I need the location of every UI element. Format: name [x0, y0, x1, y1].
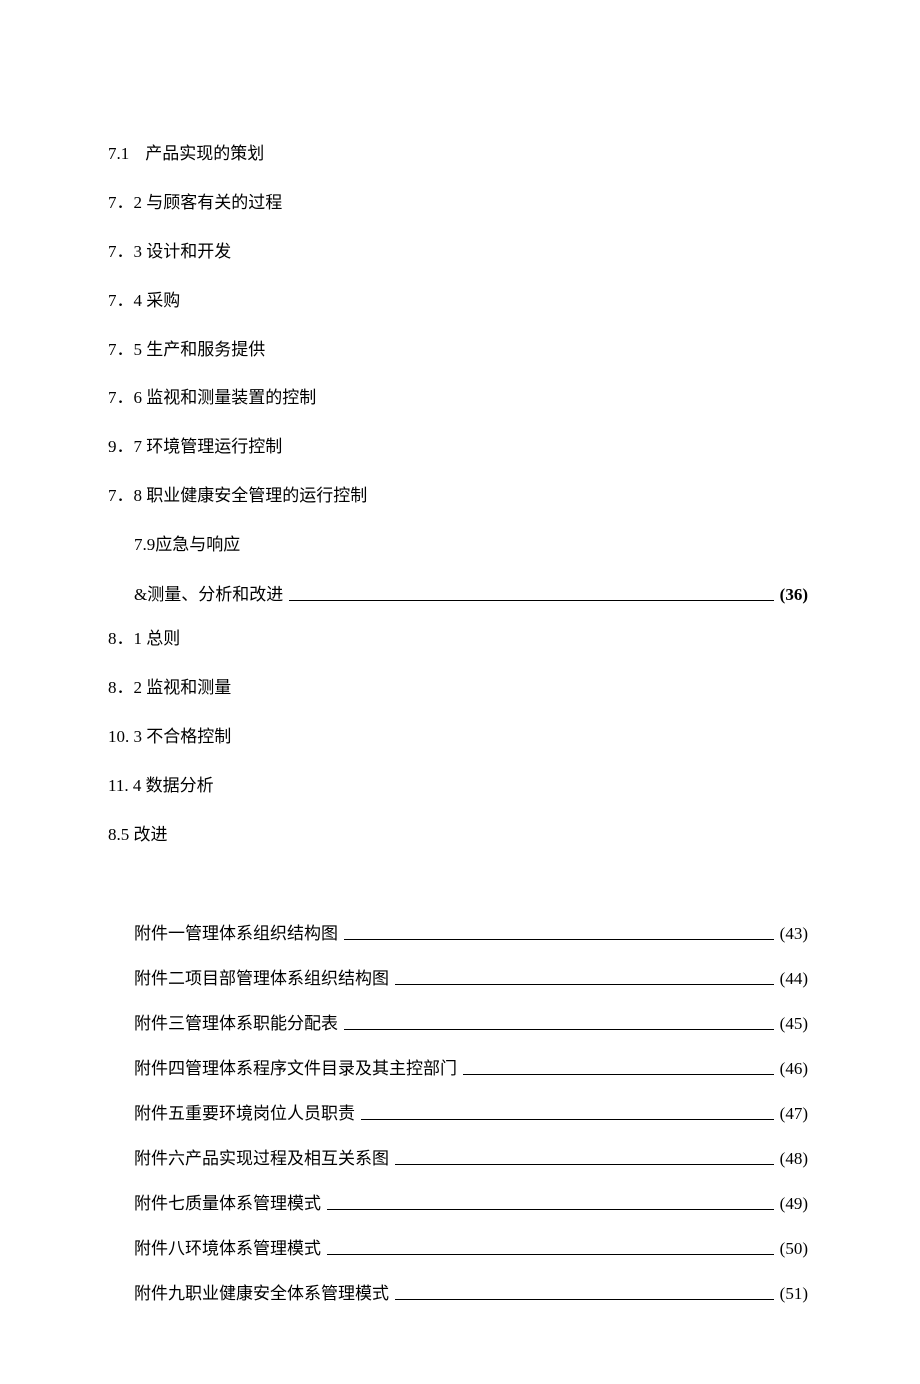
toc-item: 7．3 设计和开发	[108, 238, 812, 267]
appendix-item: 附件三管理体系职能分配表 (45)	[108, 1009, 812, 1034]
page-number: (48)	[780, 1149, 812, 1169]
toc-item: 11. 4 数据分析	[108, 772, 812, 801]
page-number: (50)	[780, 1239, 812, 1259]
toc-item: 7．6 监视和测量装置的控制	[108, 384, 812, 413]
page-number: (47)	[780, 1104, 812, 1124]
toc-heading: &测量、分析和改进 (36)	[108, 580, 812, 605]
toc-item: 7．5 生产和服务提供	[108, 336, 812, 365]
leader-rule	[344, 939, 774, 940]
page-number: (46)	[780, 1059, 812, 1079]
toc-item: 8．1 总则	[108, 625, 812, 654]
toc-item: 9．7 环境管理运行控制	[108, 433, 812, 462]
toc-item: 7．2 与顾客有关的过程	[108, 189, 812, 218]
toc-item: 7.1产品实现的策划	[108, 140, 812, 169]
appendix-label: 附件四管理体系程序文件目录及其主控部门	[134, 1054, 457, 1079]
leader-rule	[327, 1209, 774, 1210]
page-number: (49)	[780, 1194, 812, 1214]
leader-rule	[289, 600, 773, 601]
leader-rule	[395, 1299, 774, 1300]
leader-rule	[463, 1074, 774, 1075]
appendix-label: 附件六产品实现过程及相互关系图	[134, 1144, 389, 1169]
toc-item: 8．2 监视和测量	[108, 674, 812, 703]
appendix-item: 附件七质量体系管理模式 (49)	[108, 1189, 812, 1214]
appendix-item: 附件一管理体系组织结构图 (43)	[108, 919, 812, 944]
appendix-label: 附件七质量体系管理模式	[134, 1189, 321, 1214]
toc-item: 7．8 职业健康安全管理的运行控制	[108, 482, 812, 511]
leader-rule	[327, 1254, 774, 1255]
page-number: (36)	[780, 585, 812, 605]
appendix-item: 附件五重要环境岗位人员职责 (47)	[108, 1099, 812, 1124]
appendix-label: 附件一管理体系组织结构图	[134, 919, 338, 944]
appendix-item: 附件八环境体系管理模式 (50)	[108, 1234, 812, 1259]
toc-item: 7．4 采购	[108, 287, 812, 316]
toc-item: 8.5 改进	[108, 821, 812, 850]
appendix-item: 附件二项目部管理体系组织结构图 (44)	[108, 964, 812, 989]
page-number: (51)	[780, 1284, 812, 1304]
appendix-item: 附件四管理体系程序文件目录及其主控部门 (46)	[108, 1054, 812, 1079]
appendix-label: 附件八环境体系管理模式	[134, 1234, 321, 1259]
document-page: 7.1产品实现的策划 7．2 与顾客有关的过程 7．3 设计和开发 7．4 采购…	[0, 0, 920, 1384]
appendix-section: 附件一管理体系组织结构图 (43) 附件二项目部管理体系组织结构图 (44) 附…	[108, 919, 812, 1304]
appendix-item: 附件六产品实现过程及相互关系图 (48)	[108, 1144, 812, 1169]
page-number: (45)	[780, 1014, 812, 1034]
toc-section-7: 7.1产品实现的策划 7．2 与顾客有关的过程 7．3 设计和开发 7．4 采购…	[108, 140, 812, 560]
page-number: (43)	[780, 924, 812, 944]
leader-rule	[344, 1029, 774, 1030]
heading-label: &测量、分析和改进	[134, 580, 283, 605]
page-number: (44)	[780, 969, 812, 989]
toc-section-8: 8．1 总则 8．2 监视和测量 10. 3 不合格控制 11. 4 数据分析 …	[108, 625, 812, 849]
leader-rule	[395, 984, 774, 985]
spacer	[108, 869, 812, 919]
appendix-label: 附件五重要环境岗位人员职责	[134, 1099, 355, 1124]
appendix-label: 附件二项目部管理体系组织结构图	[134, 964, 389, 989]
leader-rule	[395, 1164, 774, 1165]
toc-item: 10. 3 不合格控制	[108, 723, 812, 752]
appendix-label: 附件三管理体系职能分配表	[134, 1009, 338, 1034]
leader-rule	[361, 1119, 774, 1120]
toc-item: 7.9应急与响应	[108, 531, 812, 560]
